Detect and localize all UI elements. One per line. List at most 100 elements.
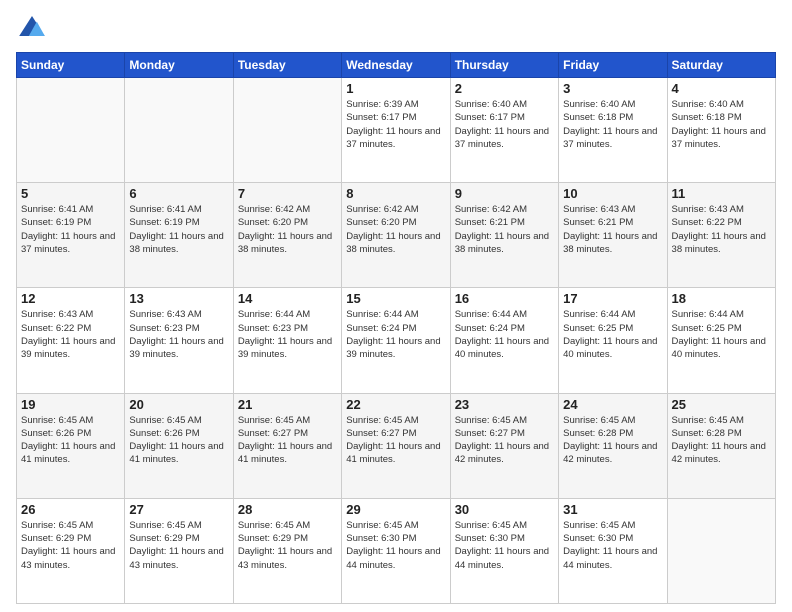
header-sunday: Sunday [17,53,125,78]
calendar-cell-1-1: 6 Sunrise: 6:41 AM Sunset: 6:19 PM Daylig… [125,183,233,288]
day-number-21: 21 [238,397,337,412]
header-monday: Monday [125,53,233,78]
calendar-cell-3-5: 24Sunrise: 6:45 AM Sunset: 6:28 PM Dayli… [559,393,667,498]
logo [16,12,52,44]
calendar-cell-4-1: 27 Sunrise: 6:45 AM Sunset: 6:29 PM Dayli… [125,498,233,603]
header-tuesday: Tuesday [233,53,341,78]
day-info-22: Sunrise: 6:45 AM Sunset: 6:27 PM Dayligh… [346,414,445,467]
header-saturday: Saturday [667,53,775,78]
day-number-13: 13 [129,291,228,306]
calendar-cell-2-3: 15Sunrise: 6:44 AM Sunset: 6:24 PM Dayli… [342,288,450,393]
day-number-4: 4 [672,81,771,96]
calendar-cell-3-0: 19 Sunrise: 6:45 AM Sunset: 6:26 PM Dayli… [17,393,125,498]
calendar-cell-2-5: 17 Sunrise: 6:44 AM Sunset: 6:25 PM Dayli… [559,288,667,393]
calendar-cell-0-1 [125,78,233,183]
calendar-cell-2-4: 16Sunrise: 6:44 AM Sunset: 6:24 PM Dayli… [450,288,558,393]
day-info-25: Sunrise: 6:45 AM Sunset: 6:28 PM Dayligh… [672,414,771,467]
day-info-10: Sunrise: 6:43 AM Sunset: 6:21 PM Dayligh… [563,203,662,256]
day-info-11: Sunrise: 6:43 AM Sunset: 6:22 PM Dayligh… [672,203,771,256]
calendar-cell-1-2: 7 Sunrise: 6:42 AM Sunset: 6:20 PM Daylig… [233,183,341,288]
day-info-9: Sunrise: 6:42 AM Sunset: 6:21 PM Dayligh… [455,203,554,256]
calendar-cell-0-2 [233,78,341,183]
calendar-header-row: SundayMondayTuesdayWednesdayThursdayFrid… [17,53,776,78]
week-row-0: 1 Sunrise: 6:39 AM Sunset: 6:17 PM Daylig… [17,78,776,183]
day-number-11: 11 [672,186,771,201]
day-info-18: Sunrise: 6:44 AM Sunset: 6:25 PM Dayligh… [672,308,771,361]
calendar-cell-2-2: 14 Sunrise: 6:44 AM Sunset: 6:23 PM Dayli… [233,288,341,393]
week-row-1: 5 Sunrise: 6:41 AM Sunset: 6:19 PM Daylig… [17,183,776,288]
day-number-3: 3 [563,81,662,96]
calendar-cell-4-4: 30Sunrise: 6:45 AM Sunset: 6:30 PM Dayli… [450,498,558,603]
calendar-cell-1-5: 10Sunrise: 6:43 AM Sunset: 6:21 PM Dayli… [559,183,667,288]
day-number-14: 14 [238,291,337,306]
day-number-5: 5 [21,186,120,201]
day-number-24: 24 [563,397,662,412]
day-number-28: 28 [238,502,337,517]
calendar-cell-3-2: 21Sunrise: 6:45 AM Sunset: 6:27 PM Dayli… [233,393,341,498]
day-number-6: 6 [129,186,228,201]
day-info-15: Sunrise: 6:44 AM Sunset: 6:24 PM Dayligh… [346,308,445,361]
day-number-7: 7 [238,186,337,201]
day-info-14: Sunrise: 6:44 AM Sunset: 6:23 PM Dayligh… [238,308,337,361]
day-info-4: Sunrise: 6:40 AM Sunset: 6:18 PM Dayligh… [672,98,771,151]
day-number-25: 25 [672,397,771,412]
day-number-17: 17 [563,291,662,306]
calendar-cell-3-1: 20 Sunrise: 6:45 AM Sunset: 6:26 PM Dayli… [125,393,233,498]
day-number-12: 12 [21,291,120,306]
day-number-1: 1 [346,81,445,96]
calendar-cell-0-4: 2 Sunrise: 6:40 AM Sunset: 6:17 PM Daylig… [450,78,558,183]
day-info-3: Sunrise: 6:40 AM Sunset: 6:18 PM Dayligh… [563,98,662,151]
calendar-cell-4-0: 26 Sunrise: 6:45 AM Sunset: 6:29 PM Dayli… [17,498,125,603]
calendar-cell-3-3: 22 Sunrise: 6:45 AM Sunset: 6:27 PM Dayli… [342,393,450,498]
day-number-31: 31 [563,502,662,517]
day-info-19: Sunrise: 6:45 AM Sunset: 6:26 PM Dayligh… [21,414,120,467]
calendar-cell-1-6: 11 Sunrise: 6:43 AM Sunset: 6:22 PM Dayli… [667,183,775,288]
day-info-30: Sunrise: 6:45 AM Sunset: 6:30 PM Dayligh… [455,519,554,572]
calendar-cell-4-2: 28 Sunrise: 6:45 AM Sunset: 6:29 PM Dayli… [233,498,341,603]
day-info-20: Sunrise: 6:45 AM Sunset: 6:26 PM Dayligh… [129,414,228,467]
day-number-27: 27 [129,502,228,517]
calendar-cell-0-5: 3 Sunrise: 6:40 AM Sunset: 6:18 PM Daylig… [559,78,667,183]
calendar-cell-0-0 [17,78,125,183]
day-info-17: Sunrise: 6:44 AM Sunset: 6:25 PM Dayligh… [563,308,662,361]
calendar-cell-0-6: 4 Sunrise: 6:40 AM Sunset: 6:18 PM Daylig… [667,78,775,183]
header-friday: Friday [559,53,667,78]
calendar-cell-4-6 [667,498,775,603]
week-row-4: 26 Sunrise: 6:45 AM Sunset: 6:29 PM Dayli… [17,498,776,603]
day-info-7: Sunrise: 6:42 AM Sunset: 6:20 PM Dayligh… [238,203,337,256]
week-row-2: 12 Sunrise: 6:43 AM Sunset: 6:22 PM Dayli… [17,288,776,393]
day-info-12: Sunrise: 6:43 AM Sunset: 6:22 PM Dayligh… [21,308,120,361]
header-thursday: Thursday [450,53,558,78]
day-info-26: Sunrise: 6:45 AM Sunset: 6:29 PM Dayligh… [21,519,120,572]
day-info-13: Sunrise: 6:43 AM Sunset: 6:23 PM Dayligh… [129,308,228,361]
calendar-cell-2-0: 12 Sunrise: 6:43 AM Sunset: 6:22 PM Dayli… [17,288,125,393]
page: SundayMondayTuesdayWednesdayThursdayFrid… [0,0,792,612]
calendar-cell-1-4: 9Sunrise: 6:42 AM Sunset: 6:21 PM Daylig… [450,183,558,288]
day-number-19: 19 [21,397,120,412]
day-info-29: Sunrise: 6:45 AM Sunset: 6:30 PM Dayligh… [346,519,445,572]
calendar-cell-3-4: 23Sunrise: 6:45 AM Sunset: 6:27 PM Dayli… [450,393,558,498]
day-info-1: Sunrise: 6:39 AM Sunset: 6:17 PM Dayligh… [346,98,445,151]
calendar-cell-4-5: 31Sunrise: 6:45 AM Sunset: 6:30 PM Dayli… [559,498,667,603]
day-number-22: 22 [346,397,445,412]
calendar-table: SundayMondayTuesdayWednesdayThursdayFrid… [16,52,776,604]
day-number-20: 20 [129,397,228,412]
day-info-23: Sunrise: 6:45 AM Sunset: 6:27 PM Dayligh… [455,414,554,467]
calendar-cell-1-0: 5 Sunrise: 6:41 AM Sunset: 6:19 PM Daylig… [17,183,125,288]
day-info-5: Sunrise: 6:41 AM Sunset: 6:19 PM Dayligh… [21,203,120,256]
logo-icon [16,12,48,44]
day-number-26: 26 [21,502,120,517]
header [16,12,776,44]
day-info-16: Sunrise: 6:44 AM Sunset: 6:24 PM Dayligh… [455,308,554,361]
day-info-2: Sunrise: 6:40 AM Sunset: 6:17 PM Dayligh… [455,98,554,151]
calendar-cell-4-3: 29 Sunrise: 6:45 AM Sunset: 6:30 PM Dayli… [342,498,450,603]
day-info-6: Sunrise: 6:41 AM Sunset: 6:19 PM Dayligh… [129,203,228,256]
day-number-18: 18 [672,291,771,306]
day-number-2: 2 [455,81,554,96]
calendar-cell-0-3: 1 Sunrise: 6:39 AM Sunset: 6:17 PM Daylig… [342,78,450,183]
day-info-27: Sunrise: 6:45 AM Sunset: 6:29 PM Dayligh… [129,519,228,572]
day-info-28: Sunrise: 6:45 AM Sunset: 6:29 PM Dayligh… [238,519,337,572]
day-number-29: 29 [346,502,445,517]
calendar-cell-2-6: 18 Sunrise: 6:44 AM Sunset: 6:25 PM Dayli… [667,288,775,393]
day-info-8: Sunrise: 6:42 AM Sunset: 6:20 PM Dayligh… [346,203,445,256]
